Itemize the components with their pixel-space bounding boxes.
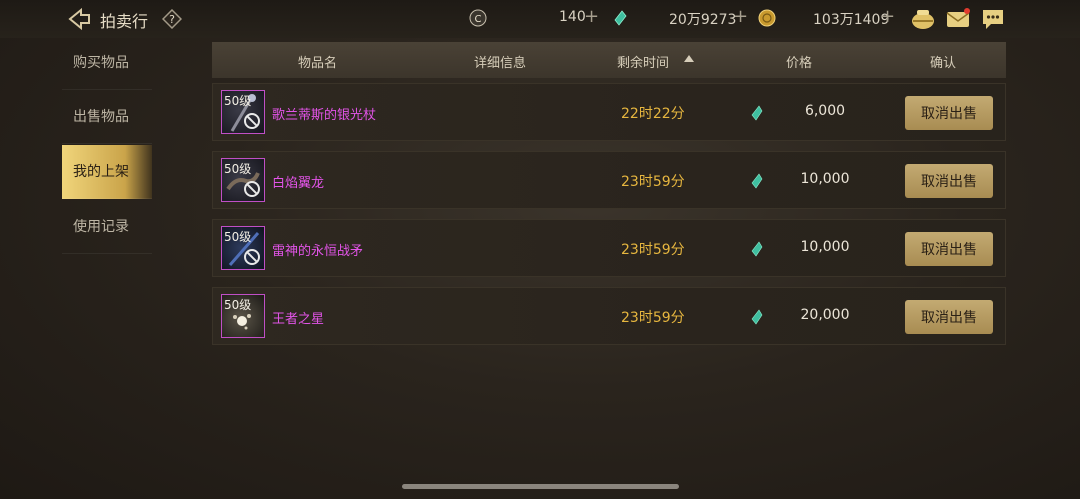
- svg-text:?: ?: [169, 13, 175, 26]
- svg-text:C: C: [475, 14, 482, 25]
- column-header-time[interactable]: 剩余时间: [617, 52, 669, 71]
- sidebar-item-history[interactable]: 使用记录: [62, 200, 152, 254]
- item-price: 20,000: [800, 307, 850, 323]
- item-name: 白焰翼龙: [272, 176, 325, 191]
- cancel-sale-button[interactable]: 取消出售: [905, 164, 993, 198]
- listing-row: 50级 雷神的永恒战矛 23时59分 10,000 取消出售: [212, 219, 1006, 277]
- item-name: 雷神的永恒战矛: [272, 244, 364, 259]
- prohibited-icon: [244, 249, 260, 265]
- green-gem-icon: [751, 309, 763, 325]
- item-level: 50级: [224, 94, 252, 108]
- green-gem-icon: [751, 105, 763, 121]
- prohibited-icon: [244, 113, 260, 129]
- home-indicator[interactable]: [402, 484, 679, 489]
- prohibited-icon: [244, 181, 260, 197]
- table-header: 物品名 详细信息 剩余时间 价格 确认: [212, 42, 1006, 78]
- item-name: 王者之星: [272, 312, 325, 327]
- item-level: 50级: [224, 298, 252, 312]
- listing-row: 50级 白焰翼龙 23时59分 10,000 取消出售: [212, 151, 1006, 209]
- gem-amount: 20万9273: [669, 12, 737, 28]
- add-gold-button[interactable]: +: [880, 6, 895, 27]
- mail-icon[interactable]: [945, 7, 971, 31]
- item-remaining-time: 23时59分: [621, 174, 685, 190]
- column-header-details: 详细信息: [474, 56, 527, 71]
- chat-icon[interactable]: [980, 7, 1006, 31]
- sidebar-item-buy[interactable]: 购买物品: [62, 36, 152, 90]
- item-price: 10,000: [800, 171, 850, 187]
- listing-row: 50级 王者之星 23时59分 20,000 取消出售: [212, 287, 1006, 345]
- column-header-price: 价格: [786, 56, 813, 71]
- item-price: 6,000: [804, 103, 846, 119]
- column-header-name: 物品名: [298, 56, 338, 71]
- item-remaining-time: 23时59分: [621, 310, 685, 326]
- item-level: 50级: [224, 230, 252, 244]
- item-remaining-time: 22时22分: [621, 106, 685, 122]
- item-level: 50级: [224, 162, 252, 176]
- back-arrow-icon[interactable]: [66, 7, 92, 31]
- green-gem-icon: [751, 241, 763, 257]
- listing-row: 50级 歌兰蒂斯的银光杖 22时22分 6,000 取消出售: [212, 83, 1006, 141]
- item-price: 10,000: [800, 239, 850, 255]
- sidebar-item-my-listings[interactable]: 我的上架: [62, 145, 152, 199]
- cancel-sale-button[interactable]: 取消出售: [905, 96, 993, 130]
- add-silver-button[interactable]: +: [584, 6, 599, 27]
- item-thumbnail[interactable]: 50级: [221, 90, 265, 134]
- sort-ascending-icon[interactable]: [684, 55, 694, 62]
- item-thumbnail[interactable]: 50级: [221, 294, 265, 338]
- cancel-sale-button[interactable]: 取消出售: [905, 232, 993, 266]
- green-gem-icon: [751, 173, 763, 189]
- top-bar: 拍卖行 ? C 140 + 20万9273 + 103万1409 +: [0, 0, 1080, 38]
- silver-amount: 140: [559, 9, 586, 25]
- gold-amount: 103万1409: [813, 12, 890, 28]
- bag-icon[interactable]: [910, 7, 936, 31]
- item-thumbnail[interactable]: 50级: [221, 158, 265, 202]
- item-name: 歌兰蒂斯的银光杖: [272, 108, 377, 123]
- add-gem-button[interactable]: +: [733, 6, 748, 27]
- silver-coin-icon: C: [469, 9, 487, 27]
- item-remaining-time: 23时59分: [621, 242, 685, 258]
- sidebar-item-sell[interactable]: 出售物品: [62, 90, 152, 144]
- gold-coin-icon: [758, 9, 776, 27]
- help-icon[interactable]: ?: [162, 9, 182, 29]
- item-thumbnail[interactable]: 50级: [221, 226, 265, 270]
- cancel-sale-button[interactable]: 取消出售: [905, 300, 993, 334]
- green-gem-icon: [614, 10, 627, 26]
- column-header-confirm: 确认: [930, 56, 957, 71]
- page-title: 拍卖行: [100, 12, 149, 31]
